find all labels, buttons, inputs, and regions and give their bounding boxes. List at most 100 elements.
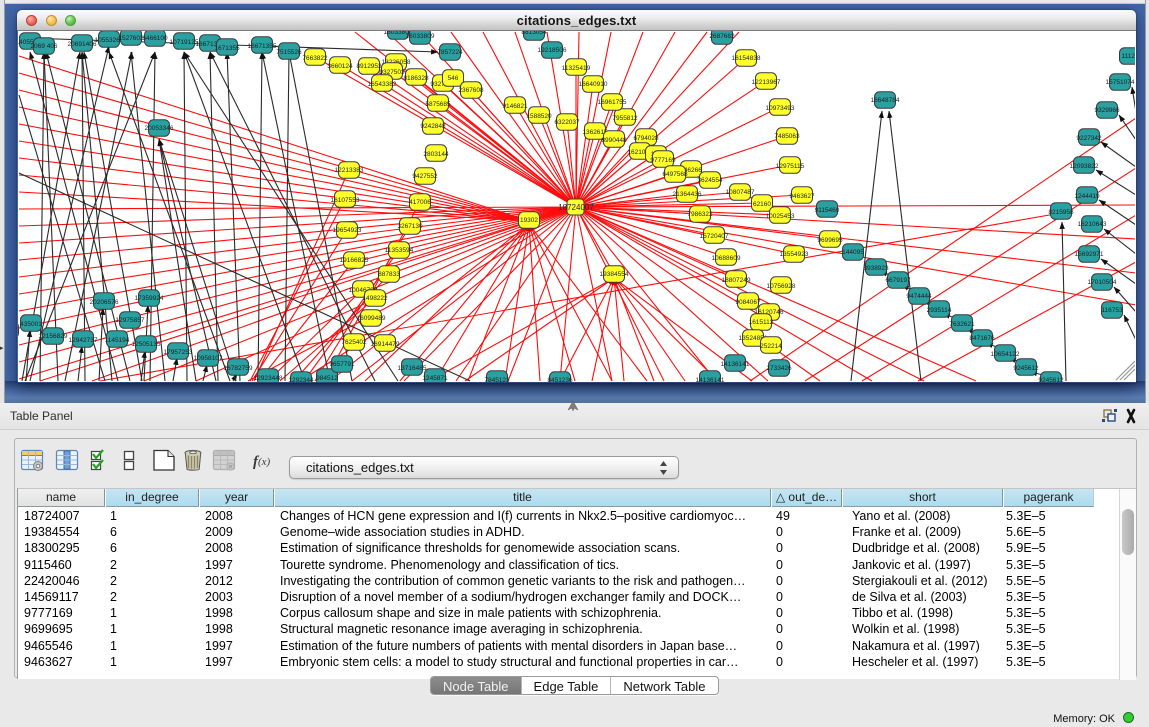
- svg-text:7663822: 7663822: [302, 55, 328, 62]
- svg-text:9245612: 9245612: [1013, 365, 1039, 372]
- svg-text:12156829: 12156829: [39, 333, 68, 340]
- svg-text:417006: 417006: [409, 199, 431, 206]
- svg-text:17957253: 17957253: [164, 349, 193, 356]
- svg-text:13554923: 13554923: [780, 251, 809, 258]
- svg-text:12942737: 12942737: [69, 337, 98, 344]
- svg-text:9427552: 9427552: [412, 173, 438, 180]
- svg-text:9146821: 9146821: [502, 103, 528, 110]
- svg-text:16543382: 16543382: [368, 81, 397, 88]
- svg-text:435001: 435001: [20, 321, 42, 328]
- svg-text:10654122: 10654122: [991, 351, 1020, 358]
- svg-text:19654923: 19654923: [333, 227, 362, 234]
- svg-text:15720407: 15720407: [700, 233, 729, 240]
- svg-text:887833: 887833: [378, 271, 400, 278]
- svg-text:16961755: 16961755: [598, 99, 627, 106]
- svg-text:7632621: 7632621: [949, 321, 975, 328]
- svg-text:9329966: 9329966: [1094, 107, 1120, 114]
- svg-text:12093822: 12093822: [1070, 163, 1099, 170]
- svg-text:16648784: 16648784: [871, 97, 900, 104]
- svg-text:2803144: 2803144: [423, 151, 449, 158]
- svg-text:3660124: 3660124: [327, 63, 353, 70]
- svg-text:19384554: 19384554: [600, 271, 629, 278]
- svg-text:546: 546: [448, 75, 459, 82]
- svg-text:10958107: 10958107: [194, 355, 223, 362]
- svg-text:16033809: 16033809: [406, 33, 435, 40]
- svg-text:17010504: 17010504: [1088, 279, 1117, 286]
- svg-text:10719125: 10719125: [170, 39, 199, 46]
- svg-text:252214: 252214: [760, 343, 782, 350]
- svg-text:11124: 11124: [1121, 53, 1135, 60]
- svg-text:1292344: 1292344: [288, 377, 314, 382]
- svg-text:8451236: 8451236: [547, 377, 573, 382]
- svg-text:9699695: 9699695: [817, 237, 843, 244]
- svg-text:9242848: 9242848: [420, 123, 446, 130]
- svg-text:20053346: 20053346: [145, 125, 174, 132]
- svg-text:15751074: 15751074: [1106, 79, 1135, 86]
- svg-text:15692971: 15692971: [1075, 251, 1104, 258]
- svg-text:20691406: 20691406: [68, 41, 97, 48]
- svg-text:1244419: 1244419: [1074, 193, 1100, 200]
- svg-text:(x): (x): [258, 456, 271, 468]
- svg-text:3624554: 3624554: [697, 177, 723, 184]
- svg-text:3267130: 3267130: [397, 223, 423, 230]
- svg-text:12213383: 12213383: [335, 167, 364, 174]
- svg-text:2687682: 2687682: [709, 33, 735, 40]
- svg-text:16099489: 16099489: [357, 315, 386, 322]
- svg-text:7955812: 7955812: [612, 115, 638, 122]
- svg-text:984512: 984512: [316, 375, 338, 382]
- svg-text:6322037: 6322037: [554, 119, 580, 126]
- svg-text:14136141: 14136141: [721, 361, 750, 368]
- svg-text:116753: 116753: [1101, 307, 1123, 314]
- svg-text:8215958: 8215958: [1048, 209, 1074, 216]
- svg-text:12505135: 12505135: [132, 341, 161, 348]
- svg-text:7986322: 7986322: [687, 211, 713, 218]
- svg-text:17359924: 17359924: [135, 295, 164, 302]
- svg-text:2367608: 2367608: [458, 87, 484, 94]
- svg-text:13716485: 13716485: [398, 365, 427, 372]
- svg-text:12975857: 12975857: [116, 317, 145, 324]
- svg-text:11325419: 11325419: [562, 65, 591, 72]
- svg-text:8186328: 8186328: [403, 75, 429, 82]
- svg-text:8813054: 8813054: [521, 31, 547, 36]
- svg-text:7625402: 7625402: [341, 339, 367, 346]
- svg-text:7515526: 7515526: [276, 49, 302, 56]
- svg-text:16914479: 16914479: [371, 341, 400, 348]
- svg-text:9115460: 9115460: [815, 207, 840, 214]
- svg-text:10688609: 10688609: [712, 255, 741, 262]
- svg-text:14136141: 14136141: [696, 377, 725, 382]
- svg-text:1527602: 1527602: [118, 35, 144, 42]
- svg-text:2935114: 2935114: [927, 307, 952, 314]
- svg-text:1671355: 1671355: [214, 45, 240, 52]
- svg-text:1245871: 1245871: [422, 375, 448, 382]
- svg-text:8990448: 8990448: [601, 137, 627, 144]
- svg-text:20206576: 20206576: [90, 299, 119, 306]
- svg-text:5875685: 5875685: [425, 101, 451, 108]
- svg-text:18724007: 18724007: [558, 203, 594, 212]
- svg-text:16782759: 16782759: [224, 365, 253, 372]
- svg-text:7485063: 7485063: [774, 133, 800, 140]
- svg-text:9084067: 9084067: [735, 299, 761, 306]
- svg-text:9245612: 9245612: [1038, 377, 1064, 382]
- svg-text:9227342: 9227342: [1076, 135, 1102, 142]
- svg-text:62160: 62160: [753, 201, 771, 208]
- svg-text:16107553: 16107553: [331, 197, 360, 204]
- svg-text:10973493: 10973493: [766, 105, 795, 112]
- svg-text:1498222: 1498222: [362, 295, 388, 302]
- svg-text:6466100: 6466100: [142, 35, 168, 42]
- svg-text:1588520: 1588520: [526, 113, 552, 120]
- svg-text:16671355: 16671355: [248, 43, 277, 50]
- svg-text:10756928: 10756928: [767, 283, 796, 290]
- svg-text:7845123: 7845123: [484, 377, 510, 382]
- svg-text:11353594: 11353594: [385, 247, 414, 254]
- svg-text:1615112: 1615112: [749, 319, 774, 326]
- svg-text:6794028: 6794028: [633, 135, 659, 142]
- svg-text:19166825: 19166825: [340, 257, 369, 264]
- svg-text:19218506: 19218506: [538, 47, 567, 54]
- svg-text:8912953: 8912953: [356, 63, 382, 70]
- svg-text:1145194: 1145194: [105, 337, 130, 344]
- svg-text:16640910: 16640910: [579, 81, 608, 88]
- svg-text:12213967: 12213967: [752, 79, 781, 86]
- svg-text:12923448: 12923448: [254, 375, 283, 382]
- svg-text:9463627: 9463627: [789, 193, 815, 200]
- svg-text:1733426: 1733426: [766, 365, 792, 372]
